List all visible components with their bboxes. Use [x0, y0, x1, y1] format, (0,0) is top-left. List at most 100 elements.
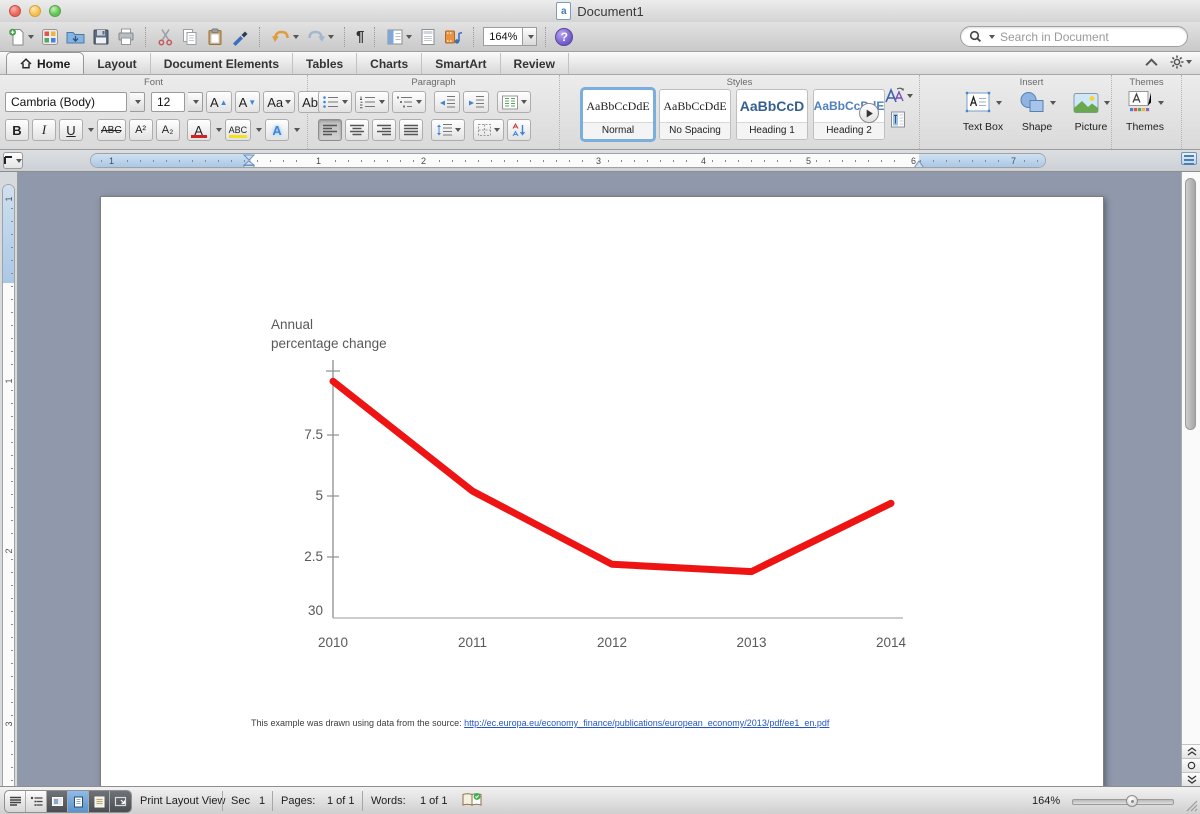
spelling-status-icon[interactable] [462, 792, 482, 810]
style-no-spacing[interactable]: AaBbCcDdENo Spacing [659, 89, 731, 140]
align-right-button[interactable] [372, 119, 396, 141]
print-button[interactable] [115, 25, 137, 49]
underline-button[interactable]: U [59, 119, 83, 141]
columns-button[interactable] [497, 91, 531, 113]
zoom-slider[interactable] [1072, 799, 1174, 805]
ribbon-settings-button[interactable] [1170, 55, 1192, 69]
zoom-combo[interactable]: 164% [483, 27, 537, 46]
show-marks-button[interactable]: ¶ [354, 25, 366, 49]
source-link[interactable]: http://ec.europa.eu/economy_finance/publ… [464, 718, 829, 728]
format-painter-button[interactable] [229, 25, 251, 49]
previous-page-button[interactable] [1182, 744, 1200, 758]
focus-view-button[interactable] [110, 791, 131, 812]
print-layout-view-button[interactable] [68, 791, 89, 812]
zoom-value[interactable]: 164% [483, 27, 523, 46]
search-input[interactable] [998, 29, 1179, 45]
status-zoom-value[interactable]: 164% [1032, 795, 1060, 807]
gallery-button[interactable] [39, 25, 61, 49]
resize-grip[interactable] [1184, 798, 1198, 812]
section-value[interactable]: 1 [259, 795, 265, 807]
tab-selector-button[interactable] [3, 152, 23, 169]
zoom-slider-knob[interactable] [1126, 795, 1138, 807]
vertical-scrollbar[interactable] [1181, 172, 1200, 786]
new-document-button[interactable] [6, 25, 36, 49]
ruler-toggle-button[interactable] [1181, 152, 1197, 165]
select-browse-object-button[interactable] [1182, 758, 1200, 772]
tab-home[interactable]: Home [6, 52, 84, 74]
align-left-button[interactable] [318, 119, 342, 141]
bold-button[interactable]: B [5, 119, 29, 141]
italic-button[interactable]: I [32, 119, 56, 141]
paste-button[interactable] [204, 25, 226, 49]
save-button[interactable] [90, 25, 112, 49]
vertical-ruler[interactable]: 1123 [0, 172, 18, 786]
tab-layout[interactable]: Layout [84, 53, 150, 74]
copy-button[interactable] [179, 25, 201, 49]
text-styles-button[interactable] [883, 87, 913, 105]
outline-view-button[interactable] [26, 791, 47, 812]
tab-review[interactable]: Review [501, 53, 569, 74]
superscript-button[interactable]: A² [129, 119, 153, 141]
words-value[interactable]: 1 of 1 [420, 795, 448, 807]
sidebar-view-button[interactable] [384, 25, 414, 49]
font-color-caret[interactable] [216, 128, 222, 132]
font-size-caret[interactable] [188, 92, 203, 112]
multilevel-list-button[interactable] [392, 91, 426, 113]
more-styles-button[interactable] [859, 103, 879, 123]
undo-button[interactable] [269, 25, 301, 49]
line-spacing-button[interactable] [431, 119, 465, 141]
increase-indent-button[interactable] [463, 91, 489, 113]
text-effects-button[interactable]: A [265, 119, 289, 141]
subscript-button[interactable]: A₂ [156, 119, 180, 141]
font-color-button[interactable]: A [187, 119, 211, 141]
strikethrough-button[interactable]: ABC [97, 119, 126, 141]
notebook-layout-view-button[interactable] [89, 791, 110, 812]
search-box[interactable] [960, 26, 1188, 47]
media-browser-button[interactable] [442, 25, 465, 49]
style-guides-button[interactable] [890, 111, 906, 133]
next-page-button[interactable] [1182, 772, 1200, 786]
decrease-indent-button[interactable] [434, 91, 460, 113]
shrink-font-button[interactable]: A▼ [235, 91, 261, 113]
line-chart[interactable] [101, 197, 1105, 757]
tab-tables[interactable]: Tables [293, 53, 357, 74]
align-center-button[interactable] [345, 119, 369, 141]
font-name-caret[interactable] [130, 92, 145, 112]
style-heading-1[interactable]: AaBbCcDHeading 1 [736, 89, 808, 140]
chart-series-line[interactable] [333, 381, 891, 571]
justify-button[interactable] [399, 119, 423, 141]
font-name-combo[interactable]: Cambria (Body) [5, 92, 127, 112]
view-name[interactable]: Print Layout View [140, 795, 225, 807]
borders-button[interactable] [473, 119, 504, 141]
grow-font-button[interactable]: A▲ [206, 91, 232, 113]
bullets-button[interactable] [318, 91, 352, 113]
text-effects-caret[interactable] [294, 128, 300, 132]
redo-button[interactable] [304, 25, 336, 49]
right-indent-marker[interactable] [913, 160, 925, 168]
draft-view-button[interactable] [5, 791, 26, 812]
indent-markers[interactable] [243, 154, 255, 168]
underline-caret[interactable] [88, 128, 94, 132]
header-footer-button[interactable] [417, 25, 439, 49]
horizontal-ruler[interactable]: 11234567 [90, 153, 1046, 168]
document-page[interactable]: Annual percentage change 7.552.530201020… [100, 196, 1104, 786]
help-button[interactable]: ? [555, 28, 573, 46]
open-button[interactable] [64, 25, 87, 49]
scrollbar-thumb[interactable] [1185, 178, 1196, 430]
pages-value[interactable]: 1 of 1 [327, 795, 355, 807]
publishing-layout-view-button[interactable] [47, 791, 68, 812]
tab-document-elements[interactable]: Document Elements [151, 53, 293, 74]
font-size-combo[interactable]: 12 [151, 92, 185, 112]
change-case-button[interactable]: Aa [263, 91, 295, 113]
highlight-button[interactable]: ABC [225, 119, 252, 141]
highlight-caret[interactable] [256, 128, 262, 132]
cut-button[interactable] [155, 25, 176, 49]
tab-charts[interactable]: Charts [357, 53, 422, 74]
insert-text-box-button[interactable]: Text Box [958, 88, 1008, 133]
themes-button[interactable]: Themes [1120, 88, 1170, 133]
numbering-button[interactable] [355, 91, 389, 113]
zoom-caret-button[interactable] [523, 27, 537, 46]
sort-button[interactable] [507, 119, 531, 141]
style-normal[interactable]: AaBbCcDdENormal [582, 89, 654, 140]
tab-smartart[interactable]: SmartArt [422, 53, 500, 74]
